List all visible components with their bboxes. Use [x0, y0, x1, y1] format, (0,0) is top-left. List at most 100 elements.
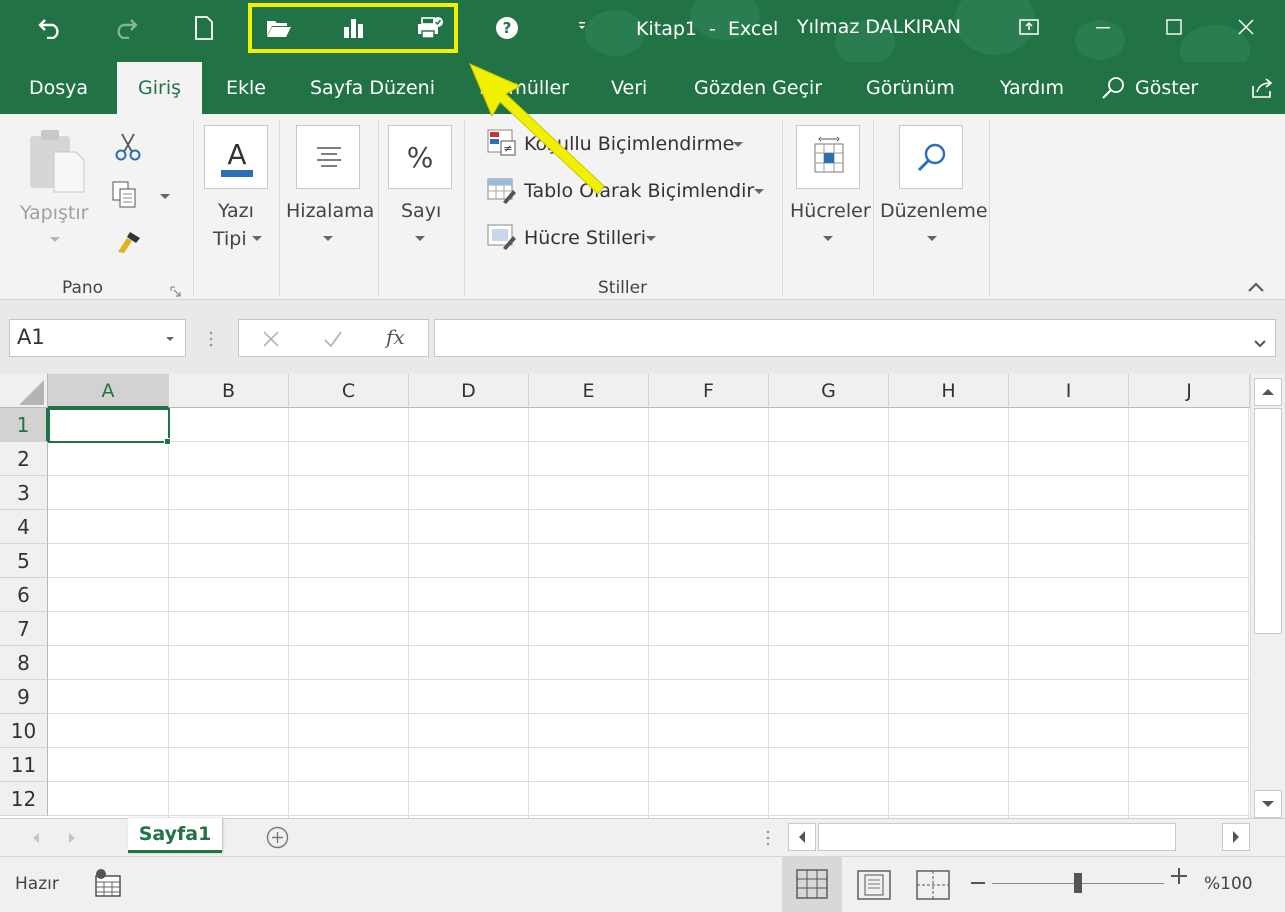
scroll-down-button[interactable]: [1254, 790, 1282, 818]
cells-icon[interactable]: [796, 125, 860, 189]
row-header[interactable]: 3: [0, 476, 48, 510]
alignment-icon[interactable]: [296, 125, 360, 189]
paste-icon[interactable]: [26, 128, 88, 194]
font-icon[interactable]: A: [204, 125, 268, 189]
cells-label[interactable]: Hücreler: [790, 200, 871, 222]
undo-icon[interactable]: [34, 12, 66, 44]
active-cell[interactable]: [48, 408, 170, 443]
lightbulb-search-icon[interactable]: [1101, 75, 1127, 101]
help-icon[interactable]: ?: [491, 12, 523, 44]
row-header[interactable]: 10: [0, 714, 48, 748]
tab-veri[interactable]: Veri: [611, 62, 647, 114]
dialog-launcher-icon[interactable]: [170, 282, 181, 297]
column-header[interactable]: B: [169, 374, 289, 408]
conditional-formatting-dropdown-icon[interactable]: [733, 142, 743, 147]
column-header[interactable]: H: [889, 374, 1009, 408]
share-icon[interactable]: [1250, 76, 1274, 100]
copy-icon[interactable]: [110, 180, 142, 212]
editing-dropdown-icon[interactable]: [927, 236, 937, 241]
number-label[interactable]: Sayı: [401, 200, 441, 222]
column-header[interactable]: F: [649, 374, 769, 408]
cell-styles-icon[interactable]: [487, 222, 517, 250]
prev-sheet-icon[interactable]: [30, 830, 42, 844]
tab-dosya[interactable]: Dosya: [29, 62, 88, 114]
zoom-slider-thumb[interactable]: [1074, 873, 1082, 893]
editing-label[interactable]: Düzenleme: [880, 200, 988, 222]
format-painter-icon[interactable]: [114, 228, 144, 256]
cell-styles-button[interactable]: Hücre Stilleri: [524, 227, 646, 249]
row-header[interactable]: 6: [0, 578, 48, 612]
horizontal-scrollbar[interactable]: [788, 823, 1250, 853]
minimize-icon[interactable]: [1088, 12, 1118, 42]
tab-split-grip-icon[interactable]: [766, 829, 770, 847]
tab-gorunum[interactable]: Görünüm: [866, 62, 955, 114]
cell-styles-dropdown-icon[interactable]: [646, 236, 656, 241]
column-header[interactable]: G: [769, 374, 889, 408]
row-header[interactable]: 1: [0, 408, 48, 442]
tab-ekle[interactable]: Ekle: [226, 62, 266, 114]
scroll-up-button[interactable]: [1254, 378, 1282, 406]
expand-formula-bar-icon[interactable]: [1253, 334, 1267, 348]
editing-icon[interactable]: [899, 125, 963, 189]
maximize-icon[interactable]: [1159, 12, 1189, 42]
fill-handle[interactable]: [164, 438, 171, 445]
chart-icon[interactable]: [338, 12, 370, 44]
worksheet-grid[interactable]: A B C D E F G H I J 1 2 3 4 5 6 7 8 9 10…: [0, 374, 1250, 818]
sheet-tab-active[interactable]: Sayfa1: [128, 818, 222, 853]
alignment-label[interactable]: Hizalama: [286, 200, 374, 222]
open-folder-icon[interactable]: [263, 12, 295, 44]
column-header[interactable]: C: [289, 374, 409, 408]
paste-button-label[interactable]: Yapıştır: [20, 202, 88, 224]
paste-dropdown-icon[interactable]: [50, 237, 60, 242]
cut-icon[interactable]: [113, 132, 143, 162]
cells-dropdown-icon[interactable]: [823, 236, 833, 241]
confirm-entry-icon[interactable]: [323, 329, 343, 349]
column-header[interactable]: A: [48, 374, 169, 408]
row-header[interactable]: 12: [0, 782, 48, 816]
row-header[interactable]: 11: [0, 748, 48, 782]
row-header[interactable]: 2: [0, 442, 48, 476]
zoom-in-icon[interactable]: [1170, 867, 1188, 885]
collapse-ribbon-icon[interactable]: [1246, 279, 1266, 293]
font-label-1[interactable]: Yazı: [218, 200, 254, 222]
select-all-button[interactable]: [0, 374, 48, 408]
user-name[interactable]: Yılmaz DALKIRAN: [797, 16, 961, 38]
formula-bar-grip-icon[interactable]: [209, 330, 213, 348]
alignment-dropdown-icon[interactable]: [323, 236, 333, 241]
column-header[interactable]: E: [529, 374, 649, 408]
format-as-table-dropdown-icon[interactable]: [754, 189, 764, 194]
page-layout-view-button[interactable]: [856, 869, 892, 901]
cancel-entry-icon[interactable]: [261, 329, 281, 349]
formula-input[interactable]: [434, 319, 1276, 357]
quick-print-icon[interactable]: [414, 12, 446, 44]
normal-view-button[interactable]: [782, 857, 842, 912]
row-header[interactable]: 4: [0, 510, 48, 544]
add-sheet-icon[interactable]: [266, 826, 289, 849]
zoom-level[interactable]: %100: [1204, 874, 1253, 894]
font-dropdown-icon[interactable]: [252, 236, 262, 241]
vertical-scrollbar[interactable]: [1250, 374, 1285, 818]
close-icon[interactable]: [1231, 12, 1261, 42]
name-box[interactable]: A1: [9, 319, 186, 357]
next-sheet-icon[interactable]: [66, 830, 78, 844]
zoom-out-icon[interactable]: [970, 875, 986, 891]
column-header[interactable]: D: [409, 374, 529, 408]
tab-giris[interactable]: Giriş: [117, 62, 202, 114]
horizontal-scroll-thumb[interactable]: [818, 823, 1176, 851]
scroll-right-button[interactable]: [1222, 823, 1250, 851]
new-file-icon[interactable]: [188, 12, 220, 44]
tab-gozden-gecir[interactable]: Gözden Geçir: [694, 62, 822, 114]
row-header[interactable]: 9: [0, 680, 48, 714]
row-header[interactable]: 7: [0, 612, 48, 646]
column-header[interactable]: I: [1009, 374, 1129, 408]
ribbon-display-options-icon[interactable]: [1014, 12, 1044, 42]
macro-record-icon[interactable]: [94, 868, 122, 898]
number-format-icon[interactable]: %: [388, 125, 452, 189]
copy-dropdown-icon[interactable]: [160, 194, 170, 199]
tab-yardim[interactable]: Yardım: [1000, 62, 1064, 114]
page-break-view-button[interactable]: [915, 869, 951, 901]
row-header[interactable]: 5: [0, 544, 48, 578]
tell-me-box[interactable]: Göster: [1135, 62, 1198, 114]
scroll-thumb[interactable]: [1254, 408, 1282, 634]
row-header[interactable]: 8: [0, 646, 48, 680]
